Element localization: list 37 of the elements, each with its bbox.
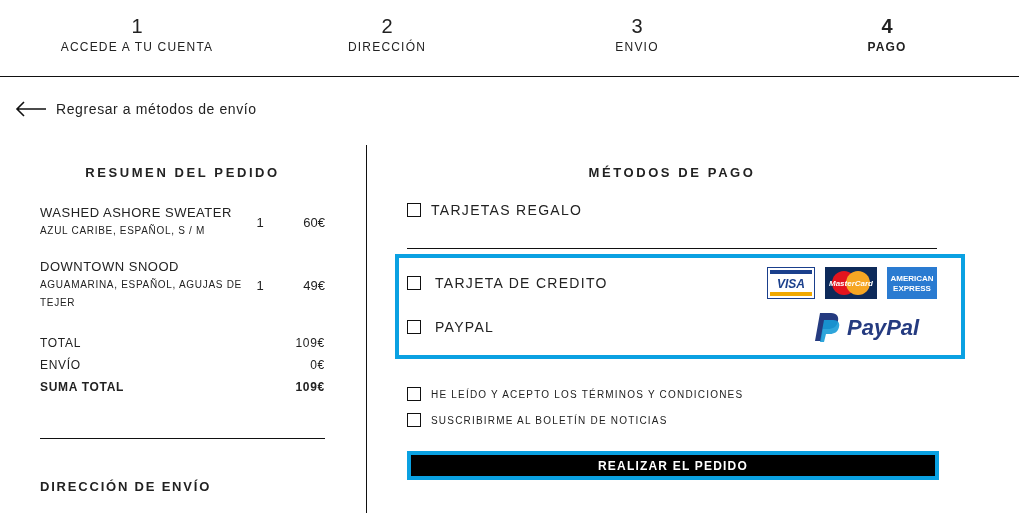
option-label: SUSCRIBIRME AL BOLETÍN DE NOTICIAS (431, 414, 668, 426)
arrow-left-icon (15, 101, 47, 117)
checkout-step[interactable]: 4 PAGO (762, 14, 1012, 76)
back-link[interactable]: Regresar a métodos de envío (15, 101, 257, 117)
checkbox[interactable] (407, 203, 421, 217)
place-order-button[interactable]: REALIZAR EL PEDIDO (407, 451, 939, 480)
checkbox[interactable] (407, 276, 421, 290)
product-quantity: 1 (255, 214, 265, 230)
total-label: ENVÍO (40, 356, 81, 374)
total-label: TOTAL (40, 335, 82, 352)
product-details: AGUAMARINA, ESPAÑOL, AGUJAS DE TEJER (40, 277, 243, 310)
total-value: 109€ (295, 379, 325, 396)
total-label: SUMA TOTAL (40, 379, 125, 396)
option-label: TARJETA DE CREDITO (435, 275, 608, 291)
total-value: 109€ (295, 335, 325, 352)
section-title: DIRECCIÓN DE ENVÍO (40, 479, 213, 494)
section-title: RESUMEN DEL PEDIDO (84, 165, 281, 180)
total-value: 0€ (310, 357, 325, 374)
product-details: AZUL CARIBE, ESPAÑOL, S / M (40, 223, 207, 238)
product-name: DOWNTOWN SNOOD (40, 258, 180, 276)
checkbox[interactable] (407, 413, 421, 427)
section-title: MÉTODOS DE PAGO (587, 165, 757, 180)
product-price: 49€ (302, 277, 325, 293)
card-logo: VISA (767, 267, 815, 299)
option-label: PAYPAL (435, 319, 495, 335)
paypal-logo: PayPal (811, 311, 937, 343)
option-label: HE LEÍDO Y ACEPTO LOS TÉRMINOS Y CONDICIONES (431, 388, 744, 400)
checkout-step[interactable]: 2 DIRECCIÓN (262, 14, 512, 76)
checkout-step[interactable]: 3 ENVIO (512, 14, 762, 76)
checkbox[interactable] (407, 387, 421, 401)
card-logo: AMERICAN EXPRESS (887, 267, 937, 299)
product-name: WASHED ASHORE SWEATER (40, 204, 233, 222)
option-label: TARJETAS REGALO (431, 202, 583, 218)
product-price: 60€ (302, 214, 325, 230)
checkout-step[interactable]: 1 ACCEDE A TU CUENTA (12, 14, 262, 76)
product-quantity: 1 (255, 277, 265, 293)
checkbox[interactable] (407, 320, 421, 334)
